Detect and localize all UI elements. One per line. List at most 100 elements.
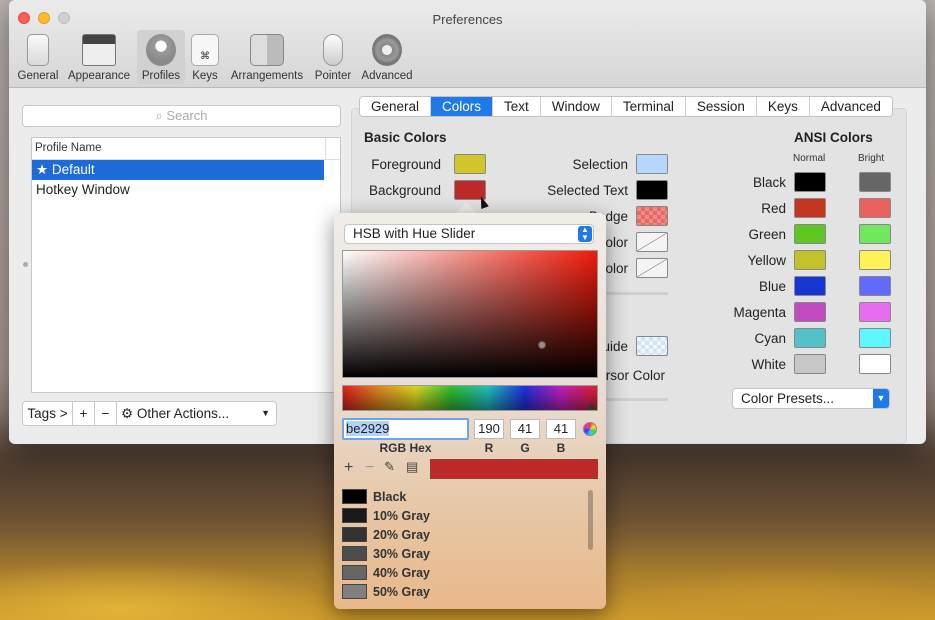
ansi-black-normal-swatch[interactable]: [794, 172, 826, 192]
foreground-label: Foreground: [371, 157, 441, 172]
ansi-blue-bright-swatch[interactable]: [859, 276, 891, 296]
separator: [605, 292, 668, 295]
tab-session[interactable]: Session: [686, 97, 757, 116]
ansi-red-bright-swatch[interactable]: [859, 198, 891, 218]
general-icon: [27, 34, 49, 66]
keys-icon: ⌘: [191, 34, 219, 66]
blue-input[interactable]: 41: [546, 419, 576, 439]
tab-advanced[interactable]: Advanced: [810, 97, 892, 116]
toolbar-appearance[interactable]: Appearance: [66, 30, 132, 84]
toolbar-advanced[interactable]: Advanced: [360, 30, 414, 84]
up-down-arrows-icon: ▲ ▼: [578, 226, 592, 242]
remove-profile-button[interactable]: −: [95, 402, 117, 425]
profile-tab-bar: General Colors Text Window Terminal Sess…: [359, 96, 893, 117]
foreground-color-swatch[interactable]: [454, 154, 486, 174]
tab-window[interactable]: Window: [541, 97, 612, 116]
ansi-cyan-label: Cyan: [754, 331, 786, 346]
tags-button[interactable]: Tags >: [23, 402, 73, 425]
swatch-chip: [342, 489, 367, 504]
other-actions-menu[interactable]: ⚙ Other Actions... ▼: [117, 402, 276, 425]
current-color-preview: [430, 459, 598, 479]
tab-colors[interactable]: Colors: [431, 97, 494, 116]
swatch-name: 50% Gray: [373, 584, 430, 599]
ansi-blue-normal-swatch[interactable]: [794, 276, 826, 296]
ansi-yellow-label: Yellow: [747, 253, 786, 268]
swatch-row[interactable]: 10% Gray: [342, 506, 592, 525]
saturation-brightness-field[interactable]: [342, 250, 598, 378]
ansi-white-bright-swatch[interactable]: [859, 354, 891, 374]
splitter-handle[interactable]: [23, 262, 28, 267]
profile-row-hotkey-window[interactable]: Hotkey Window: [32, 180, 324, 200]
profile-list: Profile Name ★ Default Hotkey Window: [31, 137, 341, 393]
tab-text[interactable]: Text: [493, 97, 541, 116]
swatch-chip: [342, 527, 367, 542]
color-presets-menu[interactable]: Color Presets... ▼: [732, 388, 890, 409]
separator-2: [605, 398, 668, 401]
swatch-row[interactable]: Black: [342, 487, 592, 506]
ansi-cyan-bright-swatch[interactable]: [859, 328, 891, 348]
bright-column-label: Bright: [858, 153, 885, 164]
ansi-white-normal-swatch[interactable]: [794, 354, 826, 374]
eyedropper-icon[interactable]: ✎: [384, 459, 395, 475]
swatch-chip: [342, 584, 367, 599]
ansi-magenta-bright-swatch[interactable]: [859, 302, 891, 322]
swatch-chip: [342, 565, 367, 580]
color-swatch-list: Black 10% Gray 20% Gray 30% Gray 40% Gray 50%…: [342, 487, 592, 601]
ansi-blue-label: Blue: [758, 279, 786, 294]
tab-terminal[interactable]: Terminal: [612, 97, 686, 116]
hue-slider[interactable]: [342, 385, 598, 411]
swatch-chip: [342, 546, 367, 561]
green-input[interactable]: 41: [510, 419, 540, 439]
toolbar-general[interactable]: General: [15, 30, 61, 84]
hue-slider-knob[interactable]: [586, 403, 596, 410]
ansi-green-normal-swatch[interactable]: [794, 224, 826, 244]
toolbar-profiles[interactable]: Profiles: [137, 30, 185, 84]
add-swatch-icon[interactable]: +: [344, 459, 353, 477]
toolbar-pointer[interactable]: Pointer: [312, 30, 354, 84]
color-wheel-icon[interactable]: [583, 422, 597, 436]
swatch-list-icon[interactable]: ▤: [406, 459, 418, 475]
swatch-row[interactable]: 20% Gray: [342, 525, 592, 544]
advanced-gear-icon: [372, 34, 402, 66]
remove-swatch-icon[interactable]: −: [365, 459, 374, 477]
find-match-color-swatch[interactable]: [636, 258, 668, 278]
tab-keys[interactable]: Keys: [757, 97, 810, 116]
hex-label: RGB Hex: [379, 441, 432, 455]
ansi-black-bright-swatch[interactable]: [859, 172, 891, 192]
hex-input[interactable]: be2929: [342, 418, 469, 440]
swatch-list-scrollbar[interactable]: [588, 490, 593, 550]
ansi-magenta-label: Magenta: [733, 305, 786, 320]
badge-color-swatch[interactable]: [636, 206, 668, 226]
selection-color-swatch[interactable]: [636, 154, 668, 174]
ansi-green-bright-swatch[interactable]: [859, 224, 891, 244]
toolbar-arrangements[interactable]: Arrangements: [227, 30, 307, 84]
link-color-swatch[interactable]: [636, 232, 668, 252]
ansi-red-normal-swatch[interactable]: [794, 198, 826, 218]
color-cursor-handle[interactable]: [538, 341, 546, 349]
ansi-black-label: Black: [752, 175, 786, 190]
ansi-colors-heading: ANSI Colors: [794, 130, 873, 145]
ansi-magenta-normal-swatch[interactable]: [794, 302, 826, 322]
swatch-row[interactable]: 30% Gray: [342, 544, 592, 563]
gear-icon: ⚙: [121, 406, 134, 421]
ansi-yellow-normal-swatch[interactable]: [794, 250, 826, 270]
add-profile-button[interactable]: +: [73, 402, 95, 425]
appearance-icon: [82, 34, 116, 66]
tab-general[interactable]: General: [360, 97, 432, 116]
cursor-guide-color-swatch[interactable]: [636, 336, 668, 356]
profile-search-input[interactable]: ⌕ Search: [22, 105, 341, 127]
ansi-cyan-normal-swatch[interactable]: [794, 328, 826, 348]
ansi-yellow-bright-swatch[interactable]: [859, 250, 891, 270]
profile-name-column-header[interactable]: Profile Name: [32, 138, 340, 160]
toolbar-keys[interactable]: ⌘ Keys: [189, 30, 221, 84]
window-title: Preferences: [432, 12, 503, 27]
profile-row-default[interactable]: ★ Default: [32, 160, 324, 180]
selected-text-color-swatch[interactable]: [636, 180, 668, 200]
normal-column-label: Normal: [793, 153, 826, 164]
swatch-chip: [342, 508, 367, 523]
swatch-row[interactable]: 50% Gray: [342, 582, 592, 601]
red-input[interactable]: 190: [474, 419, 504, 439]
swatch-row[interactable]: 40% Gray: [342, 563, 592, 582]
blue-label: B: [556, 441, 566, 455]
color-model-select[interactable]: HSB with Hue Slider ▲ ▼: [344, 224, 594, 244]
